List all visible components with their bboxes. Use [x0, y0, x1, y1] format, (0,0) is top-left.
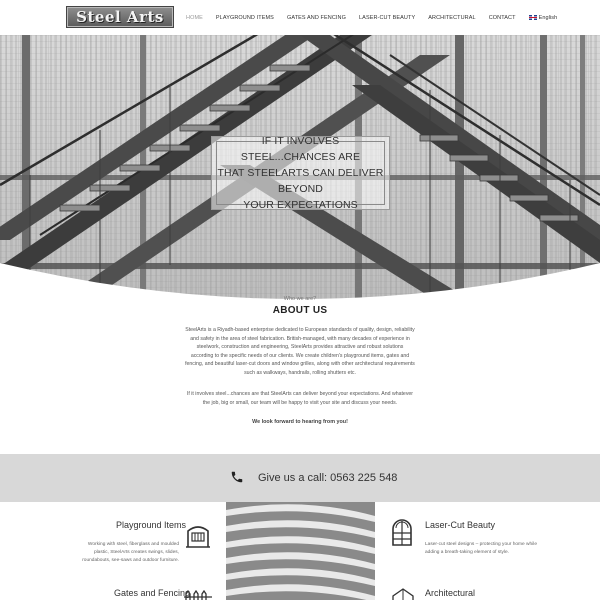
phone-icon[interactable]: [230, 470, 244, 484]
language-switcher[interactable]: English: [528, 14, 558, 21]
logo-text: Steel Arts: [76, 8, 164, 26]
service-title-gates[interactable]: Gates and Fencing: [114, 588, 190, 598]
nav-item-laser-cut-beauty[interactable]: LASER-CUT BEAUTY: [359, 15, 415, 21]
language-label: English: [538, 14, 558, 21]
service-title-playground[interactable]: Playground Items: [116, 520, 186, 530]
main-nav: HOME PLAYGROUND ITEMS GATES AND FENCING …: [186, 0, 570, 35]
site-logo[interactable]: Steel Arts: [66, 6, 174, 28]
fence-icon: [184, 590, 212, 600]
about-subtitle: Who we are?: [283, 296, 317, 302]
call-text[interactable]: Give us a call: 0563 225 548: [258, 472, 397, 484]
hero-headline-box: IF IT INVOLVES STEEL...CHANCES ARE THAT S…: [211, 135, 390, 211]
nav-item-gates-and-fencing[interactable]: GATES AND FENCING: [287, 15, 346, 21]
service-feature-image: [226, 502, 375, 600]
nav-item-contact[interactable]: CONTACT: [489, 15, 516, 21]
service-title-laser[interactable]: Laser-Cut Beauty: [425, 520, 495, 530]
arch-building-icon: [392, 588, 414, 600]
about-paragraph-1: SteelArts is a Riyadh-based enterprise d…: [185, 327, 415, 376]
site-header: Steel Arts HOME PLAYGROUND ITEMS GATES A…: [0, 0, 600, 35]
uk-flag-icon: [528, 14, 537, 20]
playground-icon: [186, 526, 210, 548]
nav-item-home[interactable]: HOME: [186, 15, 203, 21]
nav-item-playground-items[interactable]: PLAYGROUND ITEMS: [216, 15, 274, 21]
service-title-architectural[interactable]: Architectural: [425, 588, 475, 598]
nav-item-architectural[interactable]: ARCHITECTURAL: [428, 15, 475, 21]
hero-headline: IF IT INVOLVES STEEL...CHANCES ARE THAT S…: [217, 135, 384, 211]
service-desc-laser: Laser-cut steel designs – protecting you…: [425, 542, 537, 556]
about-title: ABOUT US: [272, 305, 328, 316]
about-closing: We look forward to hearing from you!: [252, 419, 348, 425]
arched-window-icon: [392, 519, 412, 546]
about-paragraph-2: If it involves steel...chances are that …: [186, 391, 414, 406]
hero-banner: IF IT INVOLVES STEEL...CHANCES ARE THAT S…: [0, 35, 600, 300]
service-desc-playground: Working with steel, fiberglass and mould…: [82, 542, 179, 564]
